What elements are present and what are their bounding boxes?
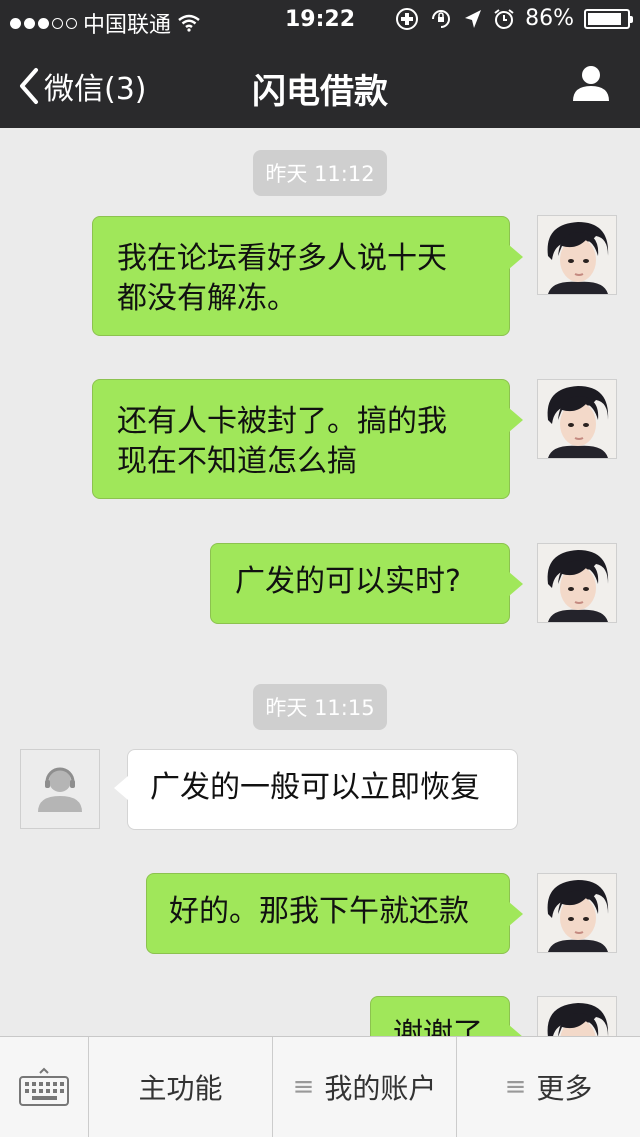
message-text: 都没有解冻。 [117,281,297,316]
menu-lines-icon: ≡ [292,1072,315,1102]
plus-circle-icon [396,7,419,30]
menu-lines-icon: ≡ [504,1072,527,1102]
menu-my-account[interactable]: ≡ 我的账户 [272,1037,456,1137]
menu-more[interactable]: ≡ 更多 [456,1037,640,1137]
message-text: 广发的一般可以立即恢复 [150,770,480,805]
status-bar: 中国联通 19:22 86% [0,0,640,40]
profile-button[interactable] [572,64,610,106]
message-text: 还有人卡被封了。搞的我 [117,404,447,439]
message-bubble-sent[interactable]: 好的。那我下午就还款 [146,873,523,954]
message-bubble-received[interactable]: 广发的一般可以立即恢复 [114,749,518,830]
user-portrait [538,997,616,1036]
avatar[interactable] [537,215,617,295]
navigation-bar: 微信(3) 闪电借款 [0,40,640,128]
menu-label: 主功能 [138,1072,223,1105]
battery-icon [584,8,633,29]
battery-percent: 86% [525,6,574,31]
menu-label: 我的账户 [324,1072,437,1105]
message-bubble-sent[interactable]: 我在论坛看好多人说十天 都没有解冻。 [92,216,523,336]
menu-main-function[interactable]: 主功能 [88,1037,272,1137]
menu-label: 更多 [536,1072,593,1105]
message-text: 我在论坛看好多人说十天 [117,241,447,276]
message-text: 好的。那我下午就还款 [169,894,469,929]
service-avatar[interactable] [20,749,100,829]
user-portrait [538,544,616,622]
status-icons: 86% [395,6,633,31]
message-text: 广发的可以实时? [235,564,461,599]
avatar[interactable] [537,543,617,623]
message-bubble-sent[interactable]: 还有人卡被封了。搞的我 现在不知道怎么搞 [92,379,523,499]
location-arrow-icon [465,9,482,28]
person-icon [573,66,609,101]
avatar[interactable] [537,873,617,953]
rotation-lock-icon [432,9,451,28]
timestamp: 昨天 11:12 [0,150,640,196]
chat-area[interactable]: 昨天 11:12 我在论坛看好多人说十天 都没有解冻。 还有人卡被封了。搞的我 … [0,128,640,1036]
alarm-icon [494,8,514,29]
avatar[interactable] [537,379,617,459]
message-bubble-sent[interactable]: 广发的可以实时? [210,543,523,624]
page-title: 闪电借款 [252,72,388,112]
user-portrait [538,874,616,952]
user-portrait [538,380,616,458]
keyboard-toggle-button[interactable] [0,1037,88,1137]
avatar[interactable] [537,996,617,1036]
keyboard-icon [19,1067,69,1106]
message-bubble-sent[interactable]: 谢谢了 [370,996,523,1036]
message-text: 现在不知道怎么搞 [117,444,357,479]
user-portrait [538,216,616,294]
headset-person-icon [38,767,82,812]
timestamp: 昨天 11:15 [0,684,640,730]
bottom-menu-bar: 主功能 ≡ 我的账户 ≡ 更多 [0,1036,640,1137]
message-text: 谢谢了 [393,1017,483,1036]
